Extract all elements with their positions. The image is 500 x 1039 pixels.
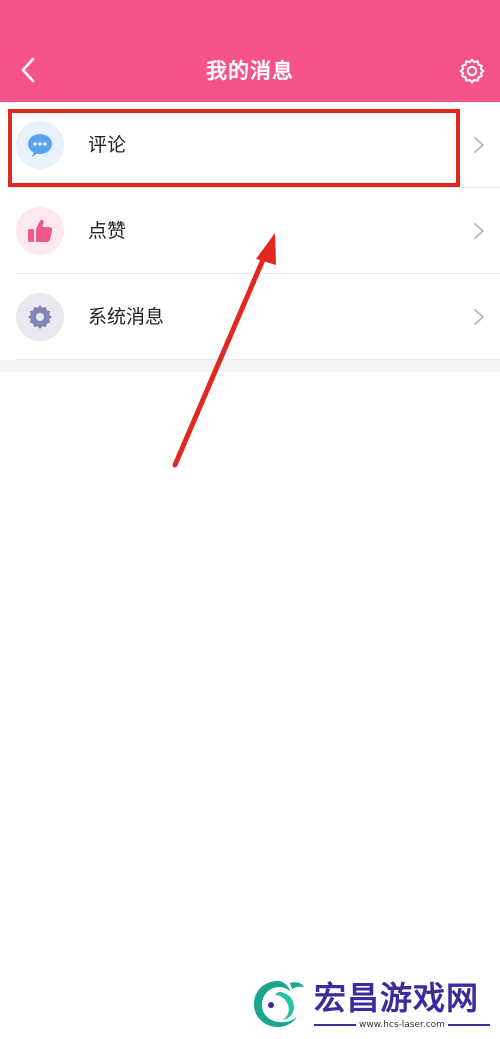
annotation-highlight-box (8, 109, 460, 187)
watermark-brand: 宏昌游戏网 (314, 979, 480, 1017)
system-icon-badge (16, 293, 64, 341)
annotation-arrow (172, 233, 276, 468)
app-header: 我的消息 (0, 0, 500, 102)
chevron-right-icon (474, 223, 484, 239)
divider (314, 1024, 357, 1026)
list-item-label: 点赞 (88, 220, 127, 242)
thumbs-up-icon (28, 219, 53, 242)
chevron-right-icon (474, 137, 484, 153)
dragon-logo-icon (254, 981, 304, 1027)
gear-icon (459, 58, 485, 84)
divider (447, 1024, 490, 1026)
gear-icon (28, 305, 52, 329)
likes-icon-badge (16, 207, 64, 255)
chevron-right-icon (474, 309, 484, 325)
site-watermark: 宏昌游戏网 www.hcs-laser.com (250, 975, 490, 1035)
watermark-url-row: www.hcs-laser.com (314, 1019, 490, 1031)
watermark-url: www.hcs-laser.com (359, 1020, 445, 1030)
list-item-label: 系统消息 (88, 306, 165, 328)
page-title: 我的消息 (206, 59, 294, 83)
settings-button[interactable] (454, 53, 490, 89)
